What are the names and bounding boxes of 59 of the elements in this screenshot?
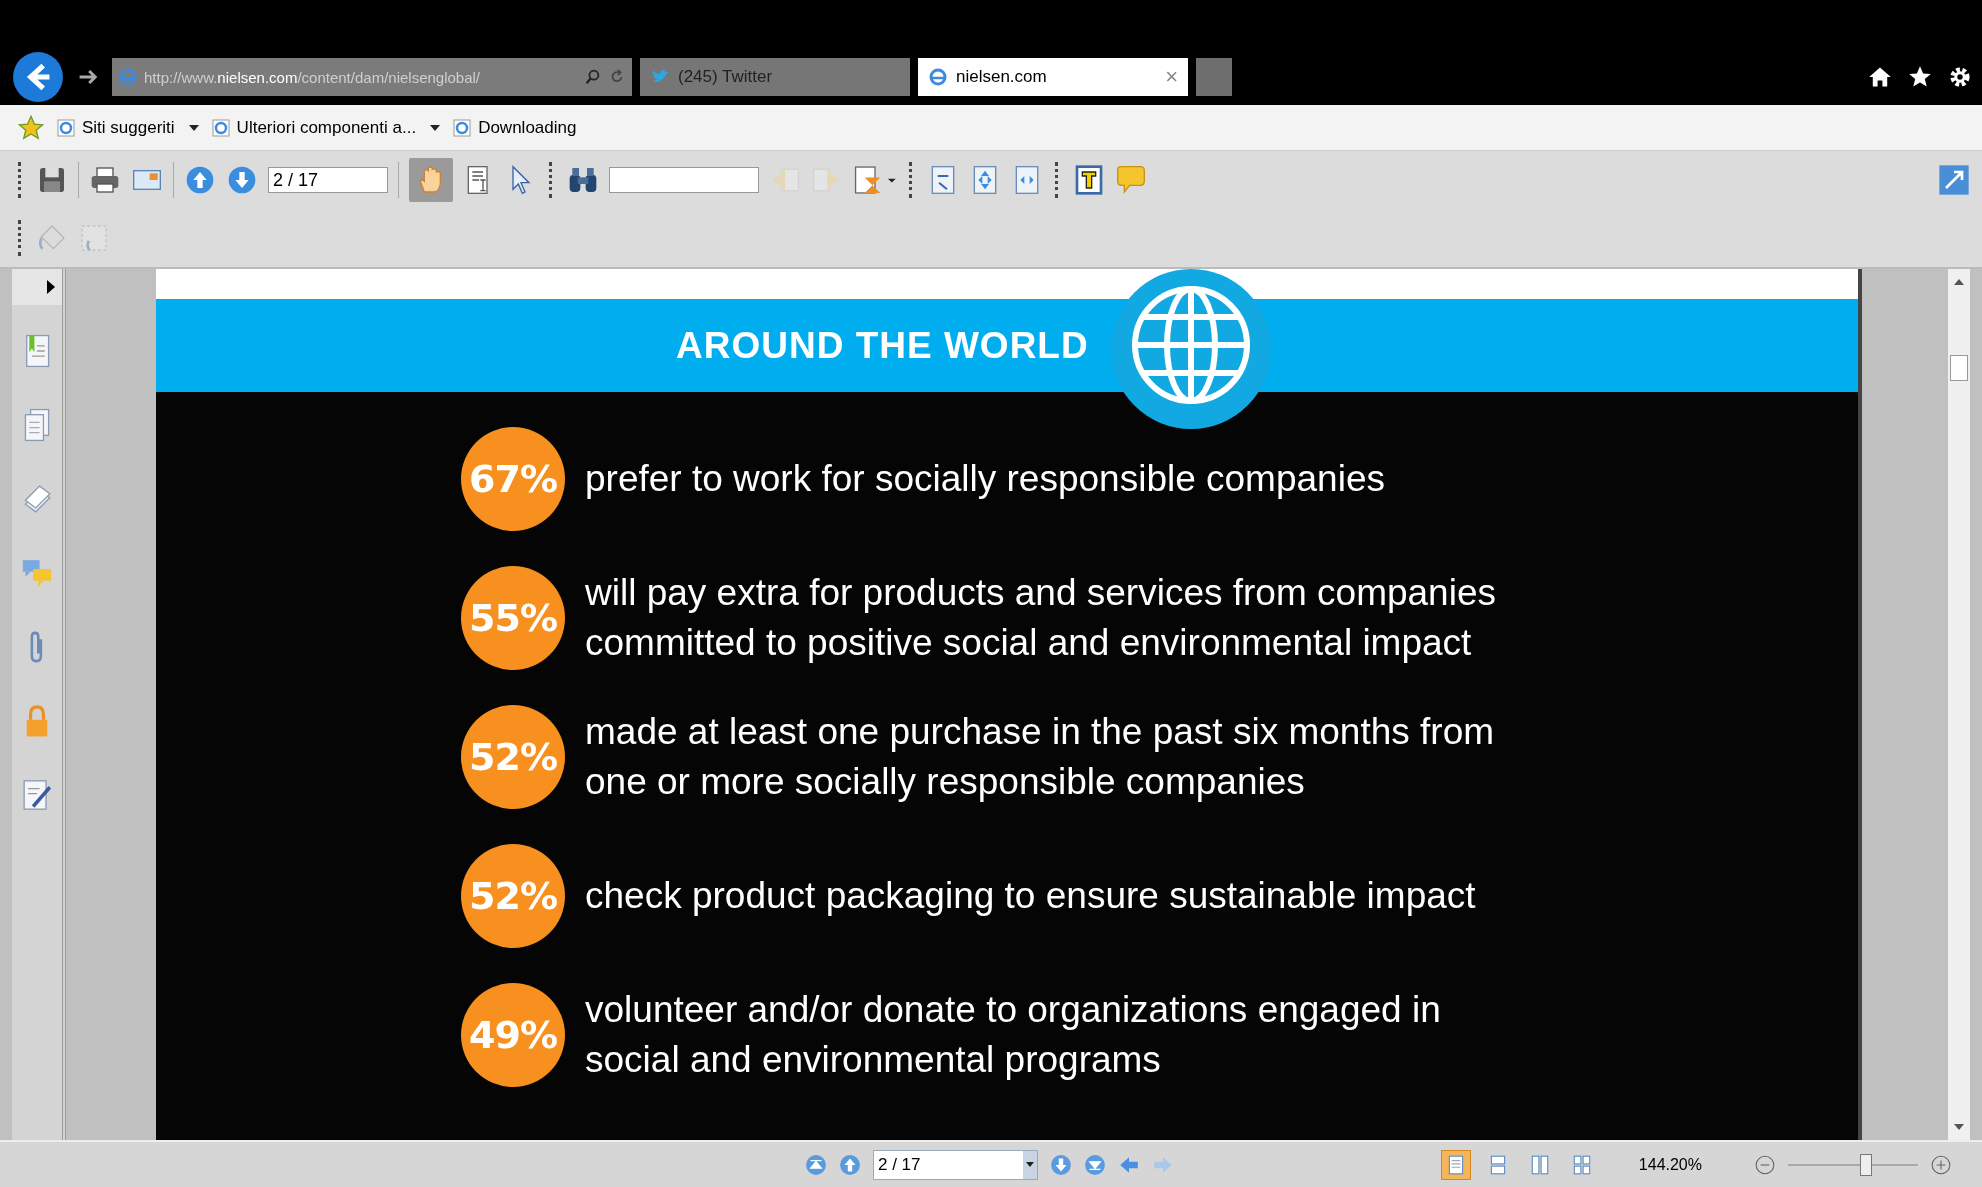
caret-icon[interactable]	[188, 124, 199, 131]
favorites-star-icon[interactable]	[18, 114, 44, 141]
statistic-text: prefer to work for socially responsible companies	[585, 457, 1385, 501]
scroll-thumb[interactable]	[1950, 355, 1968, 381]
next-page-icon[interactable]	[226, 164, 258, 196]
settings-icon[interactable]	[1948, 65, 1972, 89]
statistic-text: will pay extra for products and services from companies committed to positive social and environmental impact	[585, 571, 1497, 665]
statistic-text: check product packaging to ensure sustainable impact	[585, 874, 1476, 918]
percentage-badge: 67%	[461, 427, 565, 531]
page-icon	[452, 117, 473, 138]
view-mode-button[interactable]	[1440, 1149, 1471, 1180]
back-icon[interactable]	[12, 51, 64, 103]
panel-toggle[interactable]	[12, 269, 62, 305]
zoom-level[interactable]: 144.20%	[1638, 1155, 1702, 1174]
print-icon[interactable]	[89, 164, 121, 196]
vertical-scrollbar[interactable]	[1948, 269, 1970, 1140]
percentage-badge: 55%	[461, 566, 565, 670]
expand-icon[interactable]	[1938, 164, 1970, 196]
hand-tool-icon[interactable]	[409, 158, 453, 202]
percentage-badge: 49%	[461, 983, 565, 1087]
caret-icon[interactable]	[430, 124, 441, 131]
browser-tab[interactable]: (245) Twitter	[640, 58, 910, 96]
page-icon	[210, 117, 231, 138]
search-field[interactable]	[609, 167, 759, 193]
home-icon[interactable]	[1868, 65, 1892, 89]
caret-icon[interactable]	[1026, 1162, 1034, 1167]
zoom-in-icon[interactable]	[1930, 1153, 1952, 1176]
percentage-badge: 52%	[461, 844, 565, 948]
page-icon	[56, 117, 76, 138]
statistic-text: made at least one purchase in the past six months from one or more socially responsible companies	[585, 710, 1496, 804]
signature-icon[interactable]	[20, 777, 54, 813]
triangle-icon[interactable]	[46, 280, 56, 294]
previous-page-icon[interactable]	[839, 1153, 861, 1176]
comment-icon[interactable]	[1115, 164, 1147, 196]
favorites-link[interactable]: Downloading	[452, 117, 577, 138]
browser-logo-icon	[118, 67, 138, 87]
previous-page-icon[interactable]	[184, 164, 216, 196]
last-page-icon[interactable]	[1084, 1153, 1106, 1176]
zoom-out-icon[interactable]	[1754, 1153, 1776, 1176]
browser-logo-icon	[928, 67, 948, 87]
globe-icon	[1111, 269, 1271, 429]
search-options-icon[interactable]	[853, 164, 897, 196]
scroll-up-icon[interactable]	[1954, 279, 1964, 285]
page-number-field[interactable]: 2 / 17	[268, 167, 388, 193]
browser-tab[interactable]: nielsen.com ×	[918, 58, 1188, 96]
page-number-dropdown[interactable]: 2 / 17	[873, 1149, 1038, 1180]
scroll-down-icon[interactable]	[1954, 1124, 1964, 1130]
page-title: AROUND THE WORLD	[676, 324, 1089, 367]
statistic-text: volunteer and/or donate to organizations engaged in social and environmental programs	[585, 988, 1442, 1082]
zoom-slider[interactable]	[1788, 1153, 1918, 1176]
typewriter-icon[interactable]	[1073, 164, 1105, 196]
search-icon[interactable]	[584, 68, 602, 86]
next-page-icon[interactable]	[1050, 1153, 1072, 1176]
percentage-badge: 52%	[461, 705, 565, 809]
first-page-icon[interactable]	[805, 1153, 827, 1176]
star-icon[interactable]	[1908, 65, 1932, 89]
favorites-link[interactable]: Ulteriori componenti a...	[210, 117, 441, 138]
address-bar[interactable]: http://www.nielsen.com/content/dam/nielsenglobal/	[112, 58, 632, 96]
favorites-link[interactable]: Siti suggeriti	[56, 117, 199, 138]
